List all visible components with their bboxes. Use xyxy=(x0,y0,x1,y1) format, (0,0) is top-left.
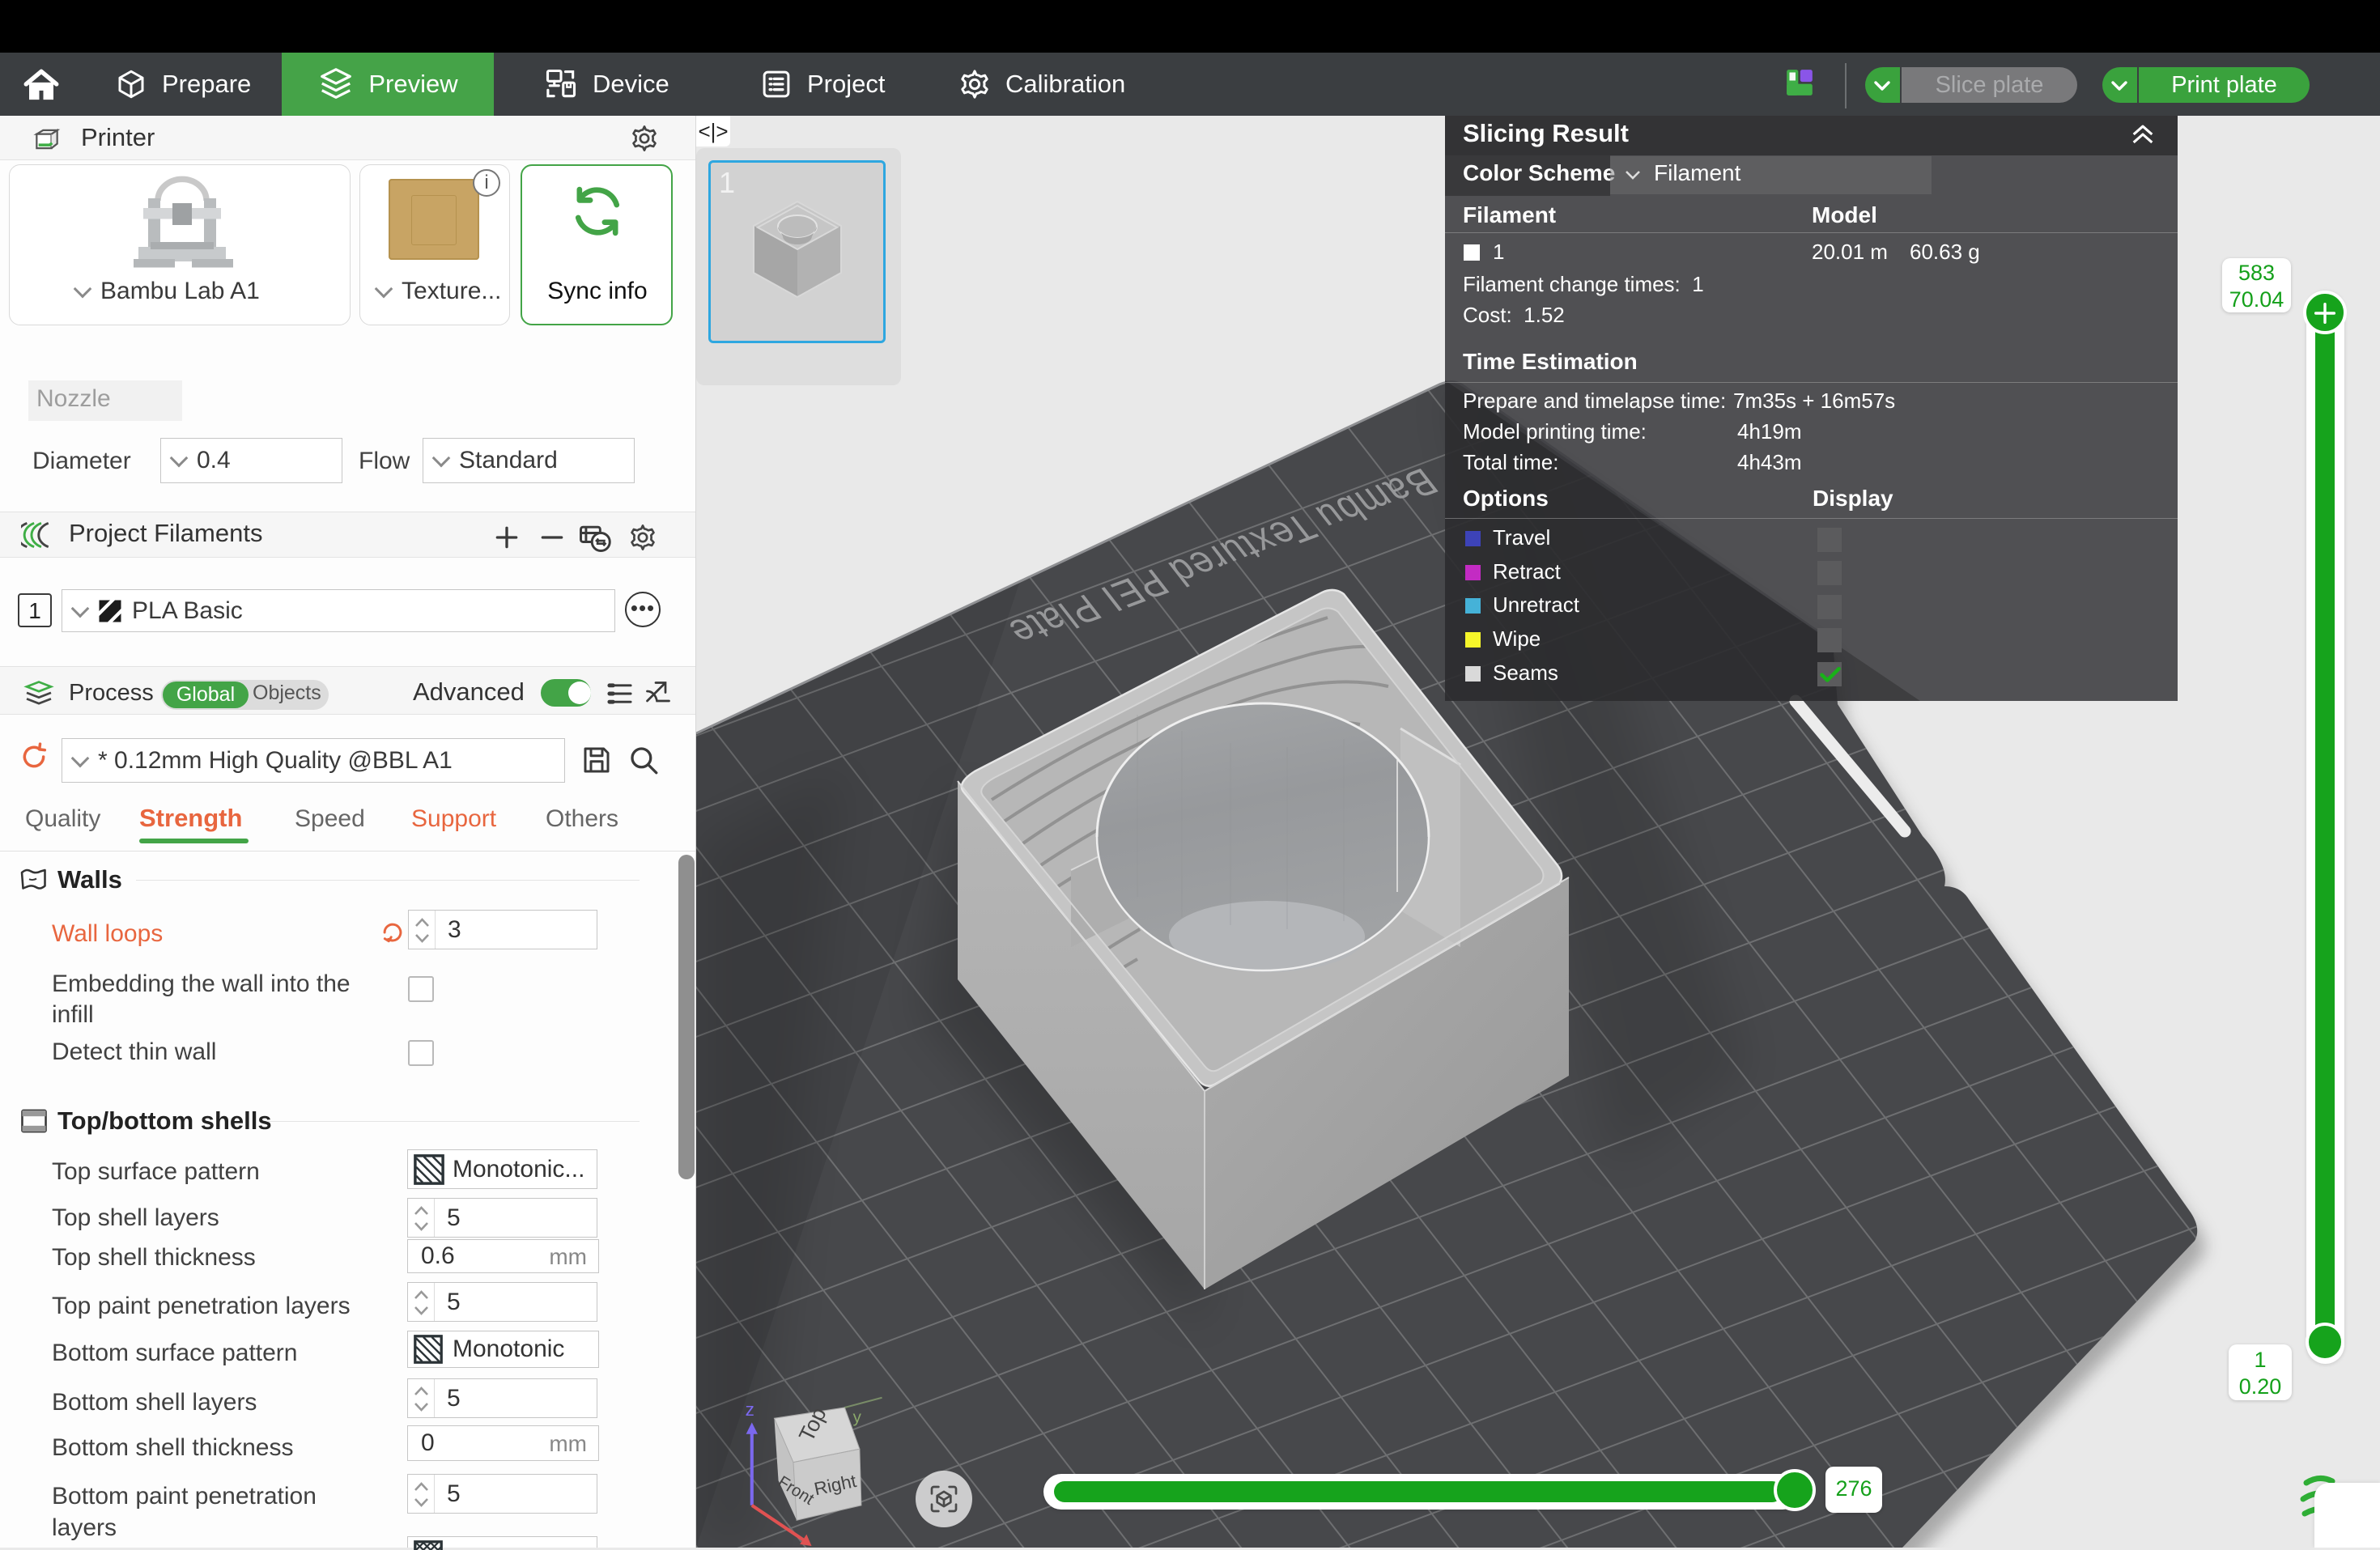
svg-text:y: y xyxy=(853,1408,862,1426)
svg-text:z: z xyxy=(746,1399,754,1420)
